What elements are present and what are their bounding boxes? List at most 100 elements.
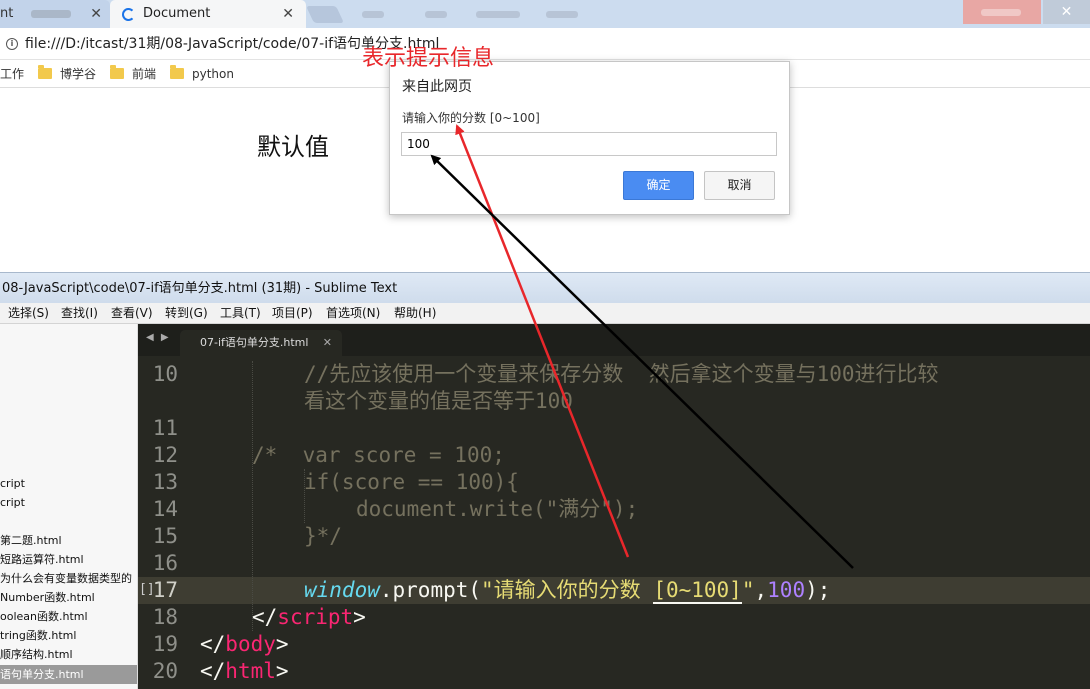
code-string-quote: "	[741, 578, 755, 602]
line-number: 14	[152, 497, 178, 521]
tab-nav-arrows-icon[interactable]: ◀ ▶	[146, 332, 171, 343]
loading-spinner-icon	[122, 8, 135, 21]
dialog-title: 来自此网页	[402, 79, 472, 95]
code-tag: html	[225, 659, 276, 683]
address-bar[interactable]: i file:///D:/itcast/31期/08-JavaScript/co…	[0, 28, 1090, 60]
menu-view[interactable]: 查看(V)	[111, 303, 153, 324]
ok-button[interactable]: 确定	[623, 171, 694, 200]
sidebar-file[interactable]: 短路运算符.html	[0, 550, 137, 569]
code-line-20: </html>	[200, 658, 289, 685]
code-number: 100	[767, 578, 806, 602]
line-number: 19	[152, 632, 178, 656]
bookmark-label: 前端	[132, 67, 157, 81]
sidebar-file[interactable]: 顺序结构.html	[0, 645, 137, 664]
code-prompt-call: prompt(	[392, 578, 482, 602]
window-action-button[interactable]	[963, 0, 1041, 24]
code-gt: >	[275, 632, 289, 656]
sublime-tab-bar: ◀ ▶ 07-if语句单分支.html ✕	[138, 324, 1090, 356]
annotation-label: 表示提示信息	[362, 46, 495, 71]
code-gt: >	[353, 605, 366, 629]
code-lt: </	[200, 632, 226, 656]
sublime-tab-active[interactable]: 07-if语句单分支.html ✕	[180, 330, 342, 356]
line-number: 13	[152, 470, 178, 494]
code-gt: >	[275, 659, 289, 683]
code-comma: ,	[754, 578, 768, 602]
bookmark-marker-icon: []	[139, 582, 155, 597]
sidebar-file[interactable]: oolean函数.html	[0, 607, 137, 626]
sidebar-file[interactable]: 第二题.html	[0, 531, 137, 550]
code-lt: </	[252, 605, 278, 629]
code-tag: body	[225, 632, 276, 656]
sidebar-file[interactable]: 为什么会有变量数据类型的	[0, 569, 137, 588]
tab-previous[interactable]: nt ✕	[0, 0, 110, 28]
line-number: 10	[152, 362, 178, 386]
menu-help[interactable]: 帮助(H)	[394, 303, 436, 324]
menu-tools[interactable]: 工具(T)	[220, 303, 261, 324]
code-line-13: if(score == 100){	[304, 470, 519, 494]
code-line-17: window.prompt("请输入你的分数 [0~100]",100);	[304, 577, 830, 604]
code-line-10-wrap: 看这个变量的值是否等于100	[304, 389, 573, 413]
tab-document-close-icon[interactable]: ✕	[282, 0, 294, 28]
sidebar-file-active[interactable]: 语句单分支.html	[0, 665, 137, 684]
code-text: var score = 100;	[277, 443, 505, 467]
code-line-14: document.write("满分");	[356, 497, 639, 521]
tab-document[interactable]: Document ✕	[110, 0, 306, 28]
blurred-tab-label	[362, 11, 384, 18]
blurred-button-label	[981, 9, 1021, 16]
code-dot: .	[379, 578, 393, 602]
code-tag: script	[277, 605, 354, 629]
bookmark-label: python	[192, 67, 234, 81]
line-number: 20	[152, 659, 178, 683]
sidebar-file[interactable]: cript	[0, 493, 137, 512]
line-number: 15	[152, 524, 178, 548]
bookmark-python[interactable]: python	[170, 60, 234, 88]
dialog-message: 请输入你的分数 [0~100]	[402, 111, 540, 125]
sidebar-file[interactable]: Number函数.html	[0, 588, 137, 607]
bookmark-label: 工作	[0, 67, 25, 81]
menu-preferences[interactable]: 首选项(N)	[326, 303, 380, 324]
tab-previous-close-icon[interactable]: ✕	[90, 0, 102, 28]
menu-project[interactable]: 项目(P)	[272, 303, 313, 324]
bookmark-work[interactable]: 工作	[0, 60, 24, 88]
default-value-text: 默认值	[257, 133, 329, 161]
line-number: 12	[152, 443, 178, 467]
new-tab-button[interactable]	[306, 6, 344, 23]
code-end: );	[805, 578, 831, 602]
blurred-tab-label	[425, 11, 447, 18]
sublime-window: 08-JavaScript\code\07-if语句单分支.html (31期)…	[0, 272, 1090, 689]
code-string-bracket: [0~100]	[653, 578, 742, 604]
code-lt: </	[200, 659, 226, 683]
code-window-object: window	[304, 578, 380, 602]
menu-select[interactable]: 选择(S)	[8, 303, 49, 324]
menu-find[interactable]: 查找(I)	[61, 303, 98, 324]
window-close-icon[interactable]: ✕	[1043, 0, 1090, 24]
line-number: 11	[152, 416, 178, 440]
code-line-19: </body>	[200, 631, 289, 658]
browser-window: nt ✕ Document ✕ ✕ i file:///D:/itcast/31…	[0, 0, 1090, 272]
sidebar-file[interactable]: cript	[0, 474, 137, 493]
tab-document-label: Document	[143, 6, 211, 21]
code-line-10: //先应该使用一个变量来保存分数 然后拿这个变量与100进行比较	[304, 362, 939, 386]
prompt-dialog: 来自此网页 请输入你的分数 [0~100] 100 确定 取消	[389, 61, 790, 215]
bookmark-label: 博学谷	[60, 67, 97, 81]
sublime-menu-bar: 选择(S) 查找(I) 查看(V) 转到(G) 工具(T) 项目(P) 首选项(…	[0, 303, 1090, 324]
code-string: "请输入你的分数	[481, 578, 654, 602]
folder-icon	[170, 65, 184, 79]
tab-previous-label: nt	[0, 6, 14, 21]
code-editor[interactable]: 10 11 12 13 14 15 16 17 18 19 20 [] //先应…	[138, 356, 1090, 689]
bookmark-frontend[interactable]: 前端	[110, 60, 156, 88]
folder-icon	[110, 65, 124, 79]
blurred-tab-label	[546, 11, 578, 18]
cancel-button[interactable]: 取消	[704, 171, 775, 200]
sidebar-file[interactable]: tring函数.html	[0, 626, 137, 645]
prompt-input[interactable]: 100	[401, 132, 777, 156]
menu-goto[interactable]: 转到(G)	[165, 303, 208, 324]
line-number: 18	[152, 605, 178, 629]
sublime-tab-label: 07-if语句单分支.html	[200, 336, 309, 349]
code-line-18: </script>	[252, 604, 366, 631]
sublime-title-bar: 08-JavaScript\code\07-if语句单分支.html (31期)…	[0, 272, 1090, 303]
bookmark-boxuegu[interactable]: 博学谷	[38, 60, 96, 88]
folder-icon	[38, 65, 52, 79]
info-icon[interactable]: i	[6, 38, 18, 50]
sublime-tab-close-icon[interactable]: ✕	[323, 330, 332, 356]
